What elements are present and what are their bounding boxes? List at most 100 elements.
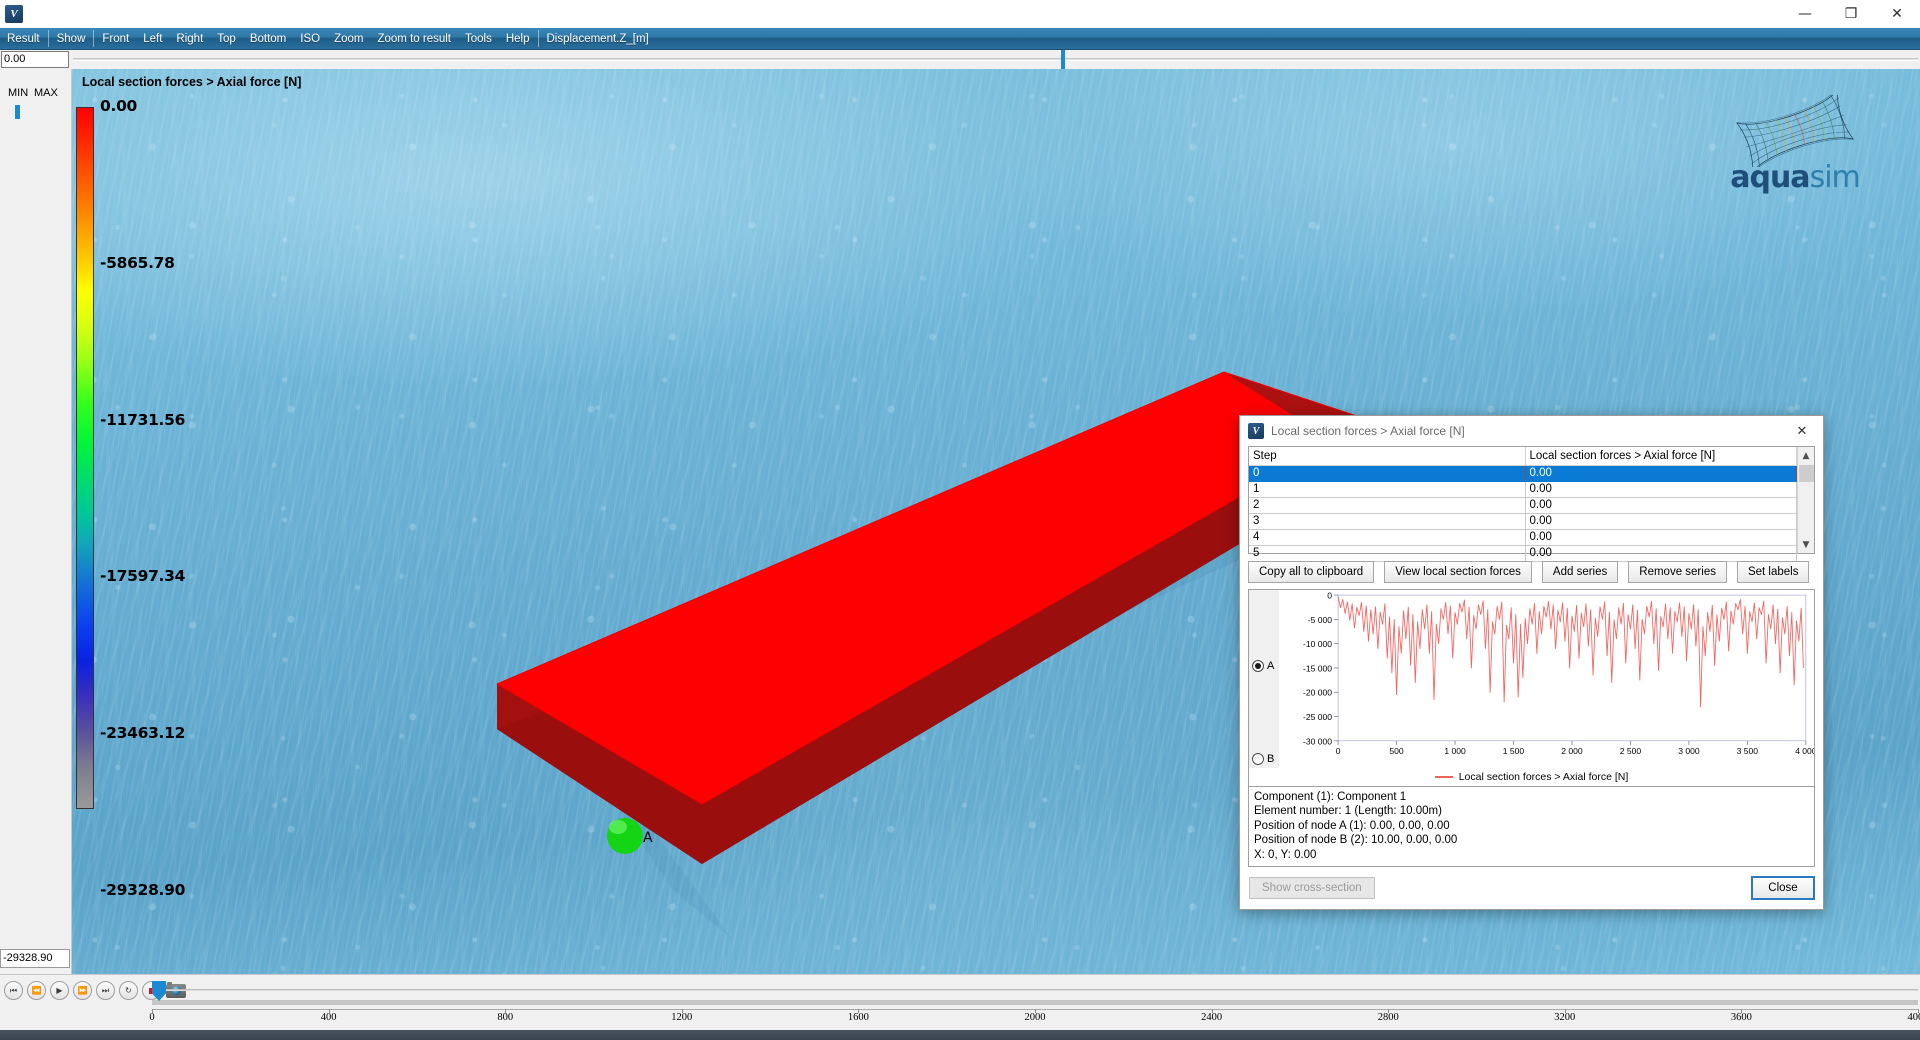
chart-legend-label: Local section forces > Axial force [N] bbox=[1458, 770, 1629, 783]
timeline-line bbox=[152, 989, 1918, 991]
info-component: Component (1): Component 1 bbox=[1254, 790, 1407, 803]
window-controls: — ❐ ✕ bbox=[1782, 0, 1920, 28]
timeline-track[interactable]: 0 400 800 1200 1600 2000 2400 2800 3200 3600 4000 bbox=[149, 981, 1920, 1027]
svg-text:2 000: 2 000 bbox=[1561, 746, 1583, 756]
timeline-tick-label: 2800 bbox=[1377, 1012, 1399, 1023]
timeline-tick-label: 2000 bbox=[1024, 1012, 1046, 1023]
results-table: Step Local section forces > Axial force … bbox=[1249, 447, 1797, 562]
set-labels-button[interactable]: Set labels bbox=[1736, 561, 1810, 583]
skip-to-end-icon[interactable]: ⏭ bbox=[96, 981, 115, 1000]
svg-text:1 000: 1 000 bbox=[1444, 746, 1466, 756]
svg-text:0: 0 bbox=[1336, 746, 1341, 756]
cell-value: 0.00 bbox=[1525, 465, 1797, 482]
node-selector: A B bbox=[1249, 590, 1279, 768]
chart-main: A B 0 -5 000 -10 000 -15 000 -20 000 -25 000 -… bbox=[1249, 590, 1814, 768]
menu-separator bbox=[537, 30, 539, 47]
table-row[interactable]: 2 0.00 bbox=[1249, 497, 1797, 514]
dialog-close-icon[interactable]: ✕ bbox=[1781, 416, 1823, 446]
menu-item-zoom[interactable]: Zoom bbox=[327, 28, 370, 49]
value-input[interactable]: 0.00 bbox=[1, 51, 69, 68]
column-header-step[interactable]: Step bbox=[1249, 447, 1526, 466]
table-row[interactable]: 1 0.00 bbox=[1249, 481, 1797, 498]
table-scrollbar[interactable]: ▲ ▼ bbox=[1797, 447, 1814, 553]
menu-item-result[interactable]: Result bbox=[0, 28, 47, 49]
logo-wordmark: aquasim bbox=[1720, 160, 1870, 195]
menu-item-front[interactable]: Front bbox=[95, 28, 136, 49]
color-legend-bar bbox=[76, 107, 94, 809]
copy-all-to-clipboard-button[interactable]: Copy all to clipboard bbox=[1248, 561, 1375, 583]
timeline-tick-label: 3200 bbox=[1554, 1012, 1576, 1023]
menu-item-displacement-z[interactable]: Displacement.Z_[m] bbox=[540, 28, 656, 49]
legend-label-4: -23463.12 bbox=[100, 724, 186, 742]
max-label: MAX bbox=[34, 87, 58, 99]
menu-item-bottom[interactable]: Bottom bbox=[243, 28, 293, 49]
menu-item-right[interactable]: Right bbox=[169, 28, 210, 49]
close-dialog-button[interactable]: Close bbox=[1751, 876, 1815, 900]
play-icon[interactable]: ▶ bbox=[50, 981, 69, 1000]
skip-to-start-icon[interactable]: ⏮ bbox=[4, 981, 23, 1000]
table-row[interactable]: 3 0.00 bbox=[1249, 513, 1797, 530]
table-row[interactable]: 0 0.00 bbox=[1249, 465, 1797, 482]
dialog-app-icon: V bbox=[1248, 423, 1264, 439]
dialog-titlebar: V Local section forces > Axial force [N]… bbox=[1240, 416, 1823, 446]
loop-icon[interactable]: ↻ bbox=[119, 981, 138, 1000]
info-cursor-xy: X: 0, Y: 0.00 bbox=[1254, 848, 1317, 861]
maximize-button[interactable]: ❐ bbox=[1828, 0, 1874, 28]
radio-a-label: A bbox=[1267, 660, 1275, 672]
viewport-result-title: Local section forces > Axial force [N] bbox=[82, 75, 302, 89]
column-header-axial-force[interactable]: Local section forces > Axial force [N] bbox=[1525, 447, 1797, 466]
menu-item-show[interactable]: Show bbox=[50, 28, 93, 49]
radio-node-b[interactable]: B bbox=[1252, 753, 1274, 765]
minimize-button[interactable]: — bbox=[1782, 0, 1828, 28]
local-section-forces-dialog[interactable]: V Local section forces > Axial force [N]… bbox=[1239, 415, 1824, 910]
menu-item-iso[interactable]: ISO bbox=[293, 28, 327, 49]
timeline-bar: ⏮ ⏪ ▶ ⏩ ⏭ ↻ 0 400 800 1200 1600 2000 2400 2800 3… bbox=[0, 974, 1920, 1030]
cell-step: 0 bbox=[1249, 465, 1526, 482]
aquasim-logo: aquasim bbox=[1720, 89, 1870, 195]
rewind-icon[interactable]: ⏪ bbox=[27, 981, 46, 1000]
results-table-wrapper[interactable]: Step Local section forces > Axial force … bbox=[1248, 446, 1815, 562]
radio-a-icon[interactable] bbox=[1252, 660, 1264, 672]
scroll-down-icon[interactable]: ▼ bbox=[1798, 536, 1815, 553]
view-local-section-forces-button[interactable]: View local section forces bbox=[1384, 561, 1532, 583]
cell-value: 0.00 bbox=[1525, 481, 1797, 498]
timeline-marker[interactable] bbox=[152, 981, 166, 1001]
chart-svg: 0 -5 000 -10 000 -15 000 -20 000 -25 000 -30 0… bbox=[1303, 591, 1814, 757]
chart-plot-area[interactable]: 0 -5 000 -10 000 -15 000 -20 000 -25 000 -30 0… bbox=[1279, 590, 1814, 768]
close-button[interactable]: ✕ bbox=[1874, 0, 1920, 28]
svg-text:-30 000: -30 000 bbox=[1303, 736, 1332, 746]
menu-item-left[interactable]: Left bbox=[136, 28, 169, 49]
legend-label-2: -11731.56 bbox=[100, 411, 186, 429]
svg-text:-15 000: -15 000 bbox=[1303, 663, 1332, 673]
scroll-up-icon[interactable]: ▲ bbox=[1798, 447, 1815, 464]
remove-series-button[interactable]: Remove series bbox=[1628, 561, 1727, 583]
cell-step: 1 bbox=[1249, 481, 1526, 498]
chart-panel: A B 0 -5 000 -10 000 -15 000 -20 000 -25 000 -… bbox=[1248, 589, 1815, 787]
menu-item-tools[interactable]: Tools bbox=[458, 28, 499, 49]
menu-item-top[interactable]: Top bbox=[210, 28, 243, 49]
menu-item-zoom-to-result[interactable]: Zoom to result bbox=[370, 28, 458, 49]
value-slider-track[interactable] bbox=[73, 50, 1918, 69]
chart-legend: Local section forces > Axial force [N] bbox=[1249, 767, 1814, 786]
radio-node-a[interactable]: A bbox=[1252, 660, 1274, 672]
info-element-number: Element number: 1 (Length: 10.00m) bbox=[1254, 805, 1442, 817]
scrollbar-thumb[interactable] bbox=[1798, 465, 1814, 482]
min-value-input[interactable]: -29328.90 bbox=[0, 949, 70, 968]
menu-item-help[interactable]: Help bbox=[499, 28, 537, 49]
add-series-button[interactable]: Add series bbox=[1541, 561, 1619, 583]
table-header-row: Step Local section forces > Axial force … bbox=[1249, 447, 1797, 466]
dialog-footer: Show cross-section Close bbox=[1240, 867, 1823, 909]
min-label: MIN bbox=[8, 87, 29, 99]
svg-text:3 000: 3 000 bbox=[1678, 746, 1700, 756]
svg-text:0: 0 bbox=[1327, 591, 1332, 601]
radio-b-icon[interactable] bbox=[1252, 753, 1264, 765]
window-titlebar: V — ❐ ✕ bbox=[0, 0, 1920, 28]
value-slider-thumb[interactable] bbox=[1061, 50, 1065, 69]
svg-text:-5 000: -5 000 bbox=[1308, 615, 1332, 625]
value-slider-line bbox=[73, 58, 1918, 61]
table-row[interactable]: 4 0.00 bbox=[1249, 529, 1797, 546]
info-node-a-position: Position of node A (1): 0.00, 0.00, 0.00 bbox=[1254, 819, 1450, 832]
timeline-tick-label: 2400 bbox=[1201, 1012, 1223, 1023]
fast-forward-icon[interactable]: ⏩ bbox=[73, 981, 92, 1000]
minmax-top-handle[interactable] bbox=[15, 105, 20, 119]
